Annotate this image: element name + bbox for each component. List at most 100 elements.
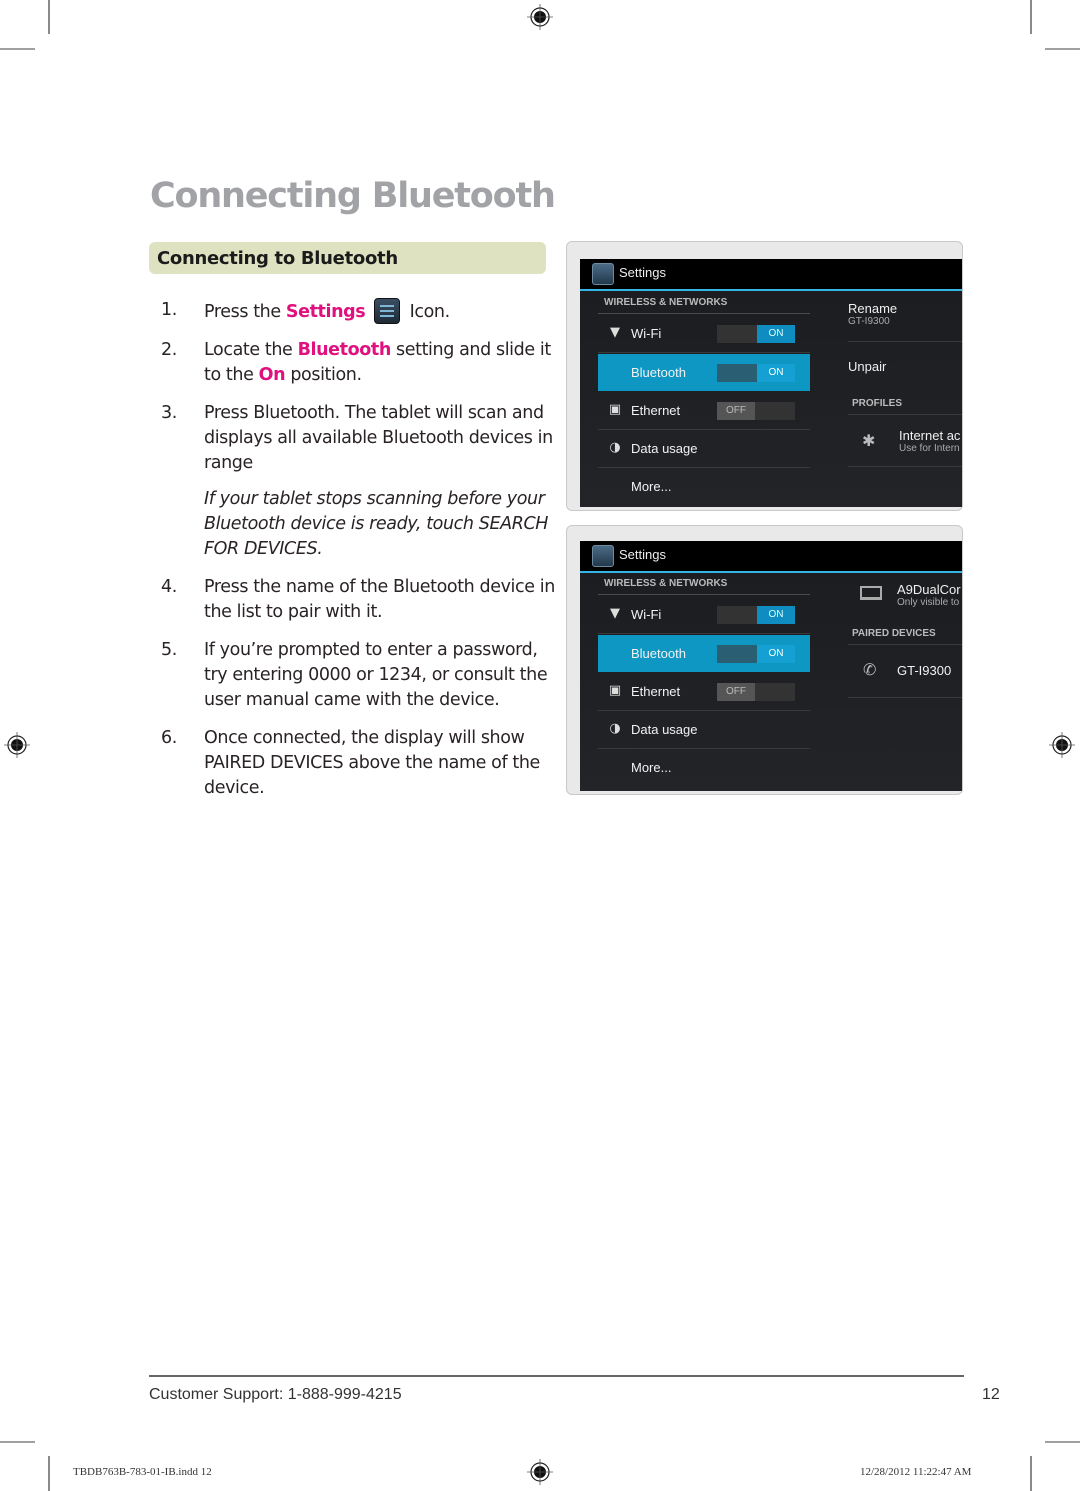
step-1: 1. Press the Settings Icon.	[161, 298, 561, 325]
step-number: 3.	[161, 403, 177, 423]
crop-mark	[48, 0, 50, 34]
data-usage-icon: ◑	[609, 721, 621, 736]
unpair-label: Unpair	[848, 359, 887, 374]
settings-row-wifi[interactable]: ▼ Wi-Fi ON	[598, 315, 810, 353]
divider	[848, 414, 962, 415]
crop-mark	[1045, 1441, 1080, 1443]
settings-row-more[interactable]: More...	[598, 749, 810, 786]
crop-mark	[1045, 48, 1080, 50]
divider	[848, 341, 962, 342]
step-6: 6. Once connected, the display will show…	[161, 726, 561, 801]
slug-timestamp: 12/28/2012 11:22:47 AM	[860, 1466, 972, 1478]
paired-device-item[interactable]: GT-I9300	[897, 663, 962, 678]
settings-row-more[interactable]: More...	[598, 468, 810, 505]
step-number: 6.	[161, 728, 177, 748]
footer-rule	[149, 1375, 964, 1377]
settings-icon	[374, 298, 401, 324]
scanning-note: If your tablet stops scanning before you…	[204, 489, 549, 559]
row-label: Ethernet	[631, 684, 681, 699]
toggle-state: OFF	[717, 402, 755, 420]
settings-row-bluetooth[interactable]: Bluetooth ON	[598, 635, 810, 672]
ethernet-toggle[interactable]: OFF	[717, 402, 795, 420]
step-text: If you’re prompted to enter a password, …	[204, 640, 548, 710]
toggle-state: ON	[757, 645, 795, 663]
this-device[interactable]: A9DualCor Only visible to	[897, 582, 962, 608]
settings-row-wifi[interactable]: ▼ Wi-Fi ON	[598, 596, 810, 634]
step-text: Icon.	[404, 302, 451, 322]
wifi-icon: ▼	[610, 606, 620, 621]
profile-subtitle: Use for Intern	[899, 443, 960, 454]
step-3: 3. Press Bluetooth. The tablet will scan…	[161, 401, 561, 476]
action-bar: Settings	[580, 259, 962, 291]
section-heading: Connecting to Bluetooth	[157, 248, 398, 269]
settings-app-icon	[592, 263, 614, 285]
android-settings-screen: Settings WIRELESS & NETWORKS ▼ Wi-Fi ON …	[580, 259, 962, 507]
screenshot-bluetooth-device-options: Settings WIRELESS & NETWORKS ▼ Wi-Fi ON …	[566, 241, 963, 511]
settings-row-ethernet[interactable]: ▣ Ethernet OFF	[598, 392, 810, 430]
settings-row-bluetooth[interactable]: Bluetooth ON	[598, 354, 810, 391]
device-name: GT-I9300	[848, 316, 890, 327]
registration-mark-icon	[1049, 732, 1075, 758]
divider	[598, 594, 810, 595]
device-name: A9DualCor	[897, 582, 961, 597]
bluetooth-toggle[interactable]: ON	[717, 364, 795, 382]
highlight-on: On	[258, 365, 286, 385]
rename-option[interactable]: Rename GT-I9300	[848, 301, 962, 327]
instruction-steps: 1. Press the Settings Icon. 2. Locate th…	[161, 298, 561, 814]
row-label: Data usage	[631, 722, 698, 737]
step-text: position.	[285, 365, 362, 385]
crop-mark	[48, 1456, 50, 1491]
wifi-toggle[interactable]: ON	[717, 606, 795, 624]
unpair-option[interactable]: Unpair	[848, 359, 962, 374]
settings-row-ethernet[interactable]: ▣ Ethernet OFF	[598, 673, 810, 711]
page-title: Connecting Bluetooth	[150, 176, 556, 216]
internet-access-profile[interactable]: Internet ac Use for Intern	[899, 428, 962, 454]
crop-mark	[1030, 0, 1032, 34]
crop-mark	[0, 1441, 35, 1443]
profile-title: Internet ac	[899, 428, 961, 443]
step-5: 5. If you’re prompted to enter a passwor…	[161, 638, 561, 713]
action-bar-title: Settings	[619, 265, 666, 280]
step-number: 5.	[161, 640, 177, 660]
row-label: Bluetooth	[631, 646, 686, 661]
bluetooth-icon: ✱	[862, 431, 876, 450]
step-number: 2.	[161, 340, 177, 360]
divider	[598, 313, 810, 314]
row-label: Wi-Fi	[631, 607, 662, 622]
settings-app-icon	[592, 545, 614, 567]
visibility-status: Only visible to	[897, 597, 960, 608]
slug-filename: TBDB763B-783-01-IB.indd 12	[73, 1466, 212, 1478]
settings-row-data-usage[interactable]: ◑ Data usage	[598, 430, 810, 468]
ethernet-toggle[interactable]: OFF	[717, 683, 795, 701]
page-number: 12	[982, 1386, 1000, 1403]
action-bar: Settings	[580, 541, 962, 573]
paired-device-name: GT-I9300	[897, 663, 952, 678]
android-settings-screen: Settings WIRELESS & NETWORKS ▼ Wi-Fi ON …	[580, 541, 962, 791]
crop-mark	[1030, 1456, 1032, 1491]
screenshot-paired-devices: Settings WIRELESS & NETWORKS ▼ Wi-Fi ON …	[566, 525, 963, 795]
divider	[848, 697, 962, 698]
step-text: Locate the	[204, 340, 298, 360]
laptop-icon	[860, 586, 882, 600]
wifi-icon: ▼	[610, 325, 620, 340]
step-number: 1.	[161, 300, 177, 320]
highlight-settings: Settings	[285, 302, 366, 322]
section-header: WIRELESS & NETWORKS	[604, 297, 728, 308]
phone-icon: ✆	[863, 660, 877, 679]
row-label: More...	[631, 479, 672, 494]
bluetooth-toggle[interactable]: ON	[717, 645, 795, 663]
highlight-bluetooth: Bluetooth	[297, 340, 392, 360]
row-label: Ethernet	[631, 403, 681, 418]
paired-devices-header: PAIRED DEVICES	[852, 628, 936, 639]
settings-row-data-usage[interactable]: ◑ Data usage	[598, 711, 810, 749]
wifi-toggle[interactable]: ON	[717, 325, 795, 343]
rename-label: Rename	[848, 301, 898, 316]
step-number: 4.	[161, 577, 177, 597]
toggle-state: ON	[757, 364, 795, 382]
registration-mark-icon	[4, 732, 30, 758]
action-bar-title: Settings	[619, 547, 666, 562]
row-label: Data usage	[631, 441, 698, 456]
section-heading-bar: Connecting to Bluetooth	[149, 242, 546, 274]
row-label: More...	[631, 760, 672, 775]
data-usage-icon: ◑	[609, 440, 621, 455]
